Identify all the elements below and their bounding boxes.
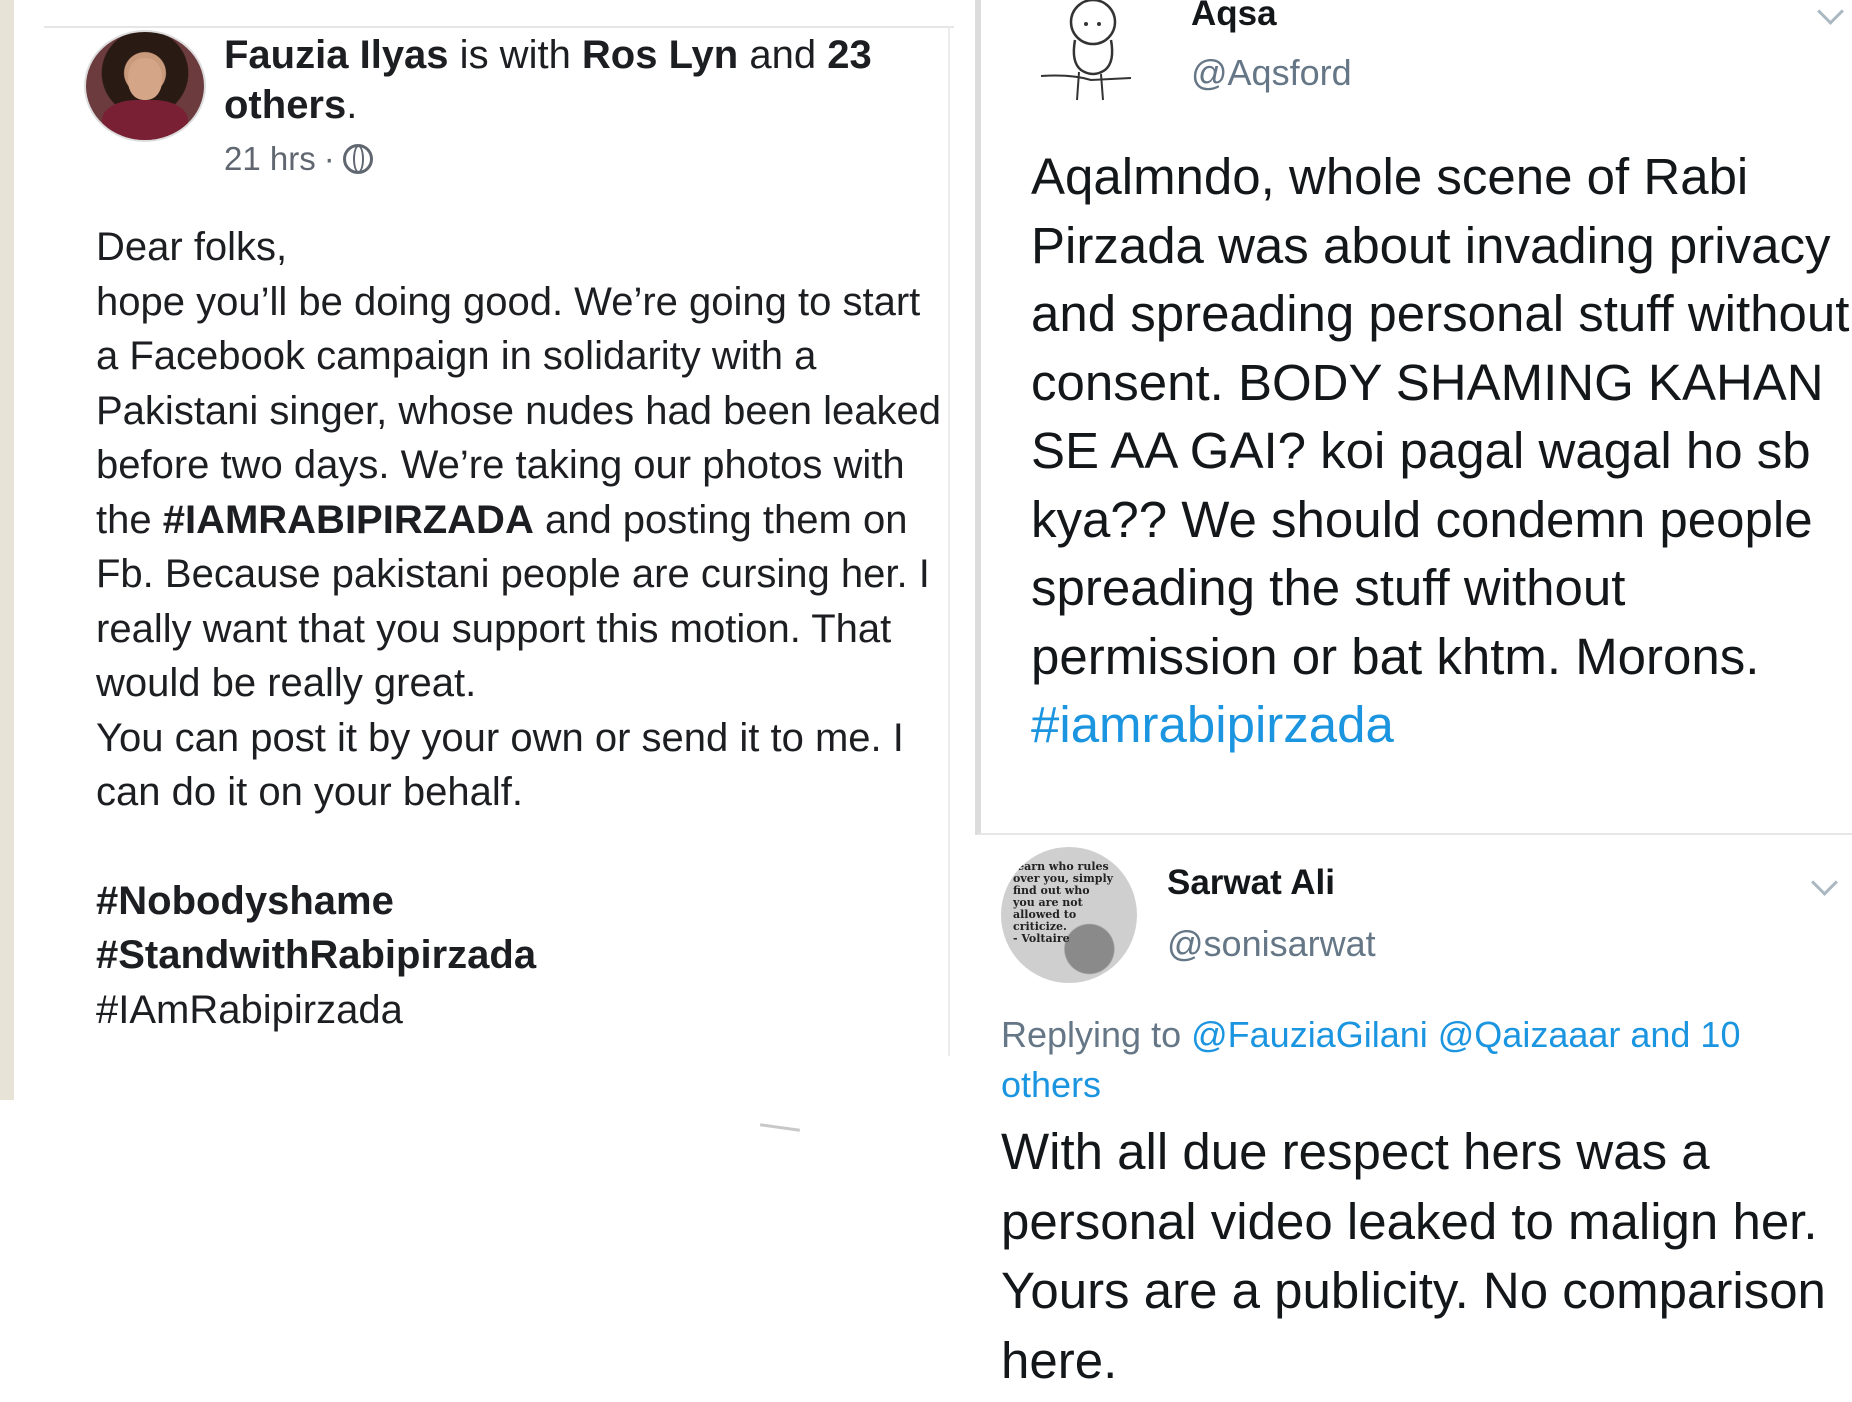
hashtag-link[interactable]: #StandwithRabipirzada: [96, 928, 946, 983]
hashtag-link[interactable]: #IAmRabipirzada: [96, 983, 946, 1038]
avatar[interactable]: [84, 30, 206, 142]
with-text: is with: [448, 33, 582, 77]
tweet-text: Aqalmndo, whole scene of Rabi Pirzada wa…: [1031, 148, 1850, 753]
chevron-down-icon[interactable]: [1817, 0, 1844, 25]
tweet-text: With all due respect hers was a personal…: [1001, 1123, 1826, 1389]
replying-to: Replying to @FauziaGilani @Qaizaaar and …: [1001, 1014, 1741, 1105]
divider: [948, 26, 950, 1056]
avatar[interactable]: [1031, 0, 1151, 112]
tweet-author-name[interactable]: Aqsa: [1191, 0, 1277, 34]
divider: [44, 26, 954, 28]
tweet-author-handle[interactable]: @sonisarwat: [1167, 923, 1376, 965]
facebook-post: Fauzia Ilyas is with Ros Lyn and 23 othe…: [0, 0, 960, 1100]
post-header: Fauzia Ilyas is with Ros Lyn and 23 othe…: [224, 33, 872, 127]
tweet-author-name[interactable]: Sarwat Ali: [1167, 863, 1335, 903]
hashtag-link[interactable]: #Nobodyshame: [96, 874, 946, 929]
tagged-person-link[interactable]: Ros Lyn: [582, 33, 738, 77]
tweet-author-handle[interactable]: @Aqsford: [1191, 52, 1352, 94]
post-body: Dear folks, hope you’ll be doing good. W…: [96, 220, 946, 1037]
tweet-sarwat: learn who rules over you, simply find ou…: [975, 835, 1852, 1402]
author-name-link[interactable]: Fauzia Ilyas: [224, 33, 449, 77]
post-paragraph: You can post it by your own or send it t…: [96, 715, 904, 815]
post-greeting: Dear folks,: [96, 225, 288, 269]
post-timestamp[interactable]: 21 hrs: [224, 140, 316, 178]
post-meta: 21 hrs ·: [224, 140, 373, 178]
post-paragraph: hope you’ll be doing good. We’re going t…: [96, 279, 942, 706]
and-text: and: [738, 33, 828, 77]
avatar[interactable]: learn who rules over you, simply find ou…: [1001, 847, 1137, 983]
meta-separator: ·: [323, 140, 335, 177]
chevron-down-icon[interactable]: [1811, 869, 1838, 896]
tweet-aqsa: Aqsa @Aqsford Aqalmndo, whole scene of R…: [975, 0, 1852, 835]
hashtag-link[interactable]: #iamrabipirzada: [1031, 696, 1394, 753]
hashtag-link[interactable]: #IAMRABIPIRZADA: [163, 498, 534, 542]
globe-icon[interactable]: [342, 144, 373, 174]
divider: [759, 1123, 801, 1132]
